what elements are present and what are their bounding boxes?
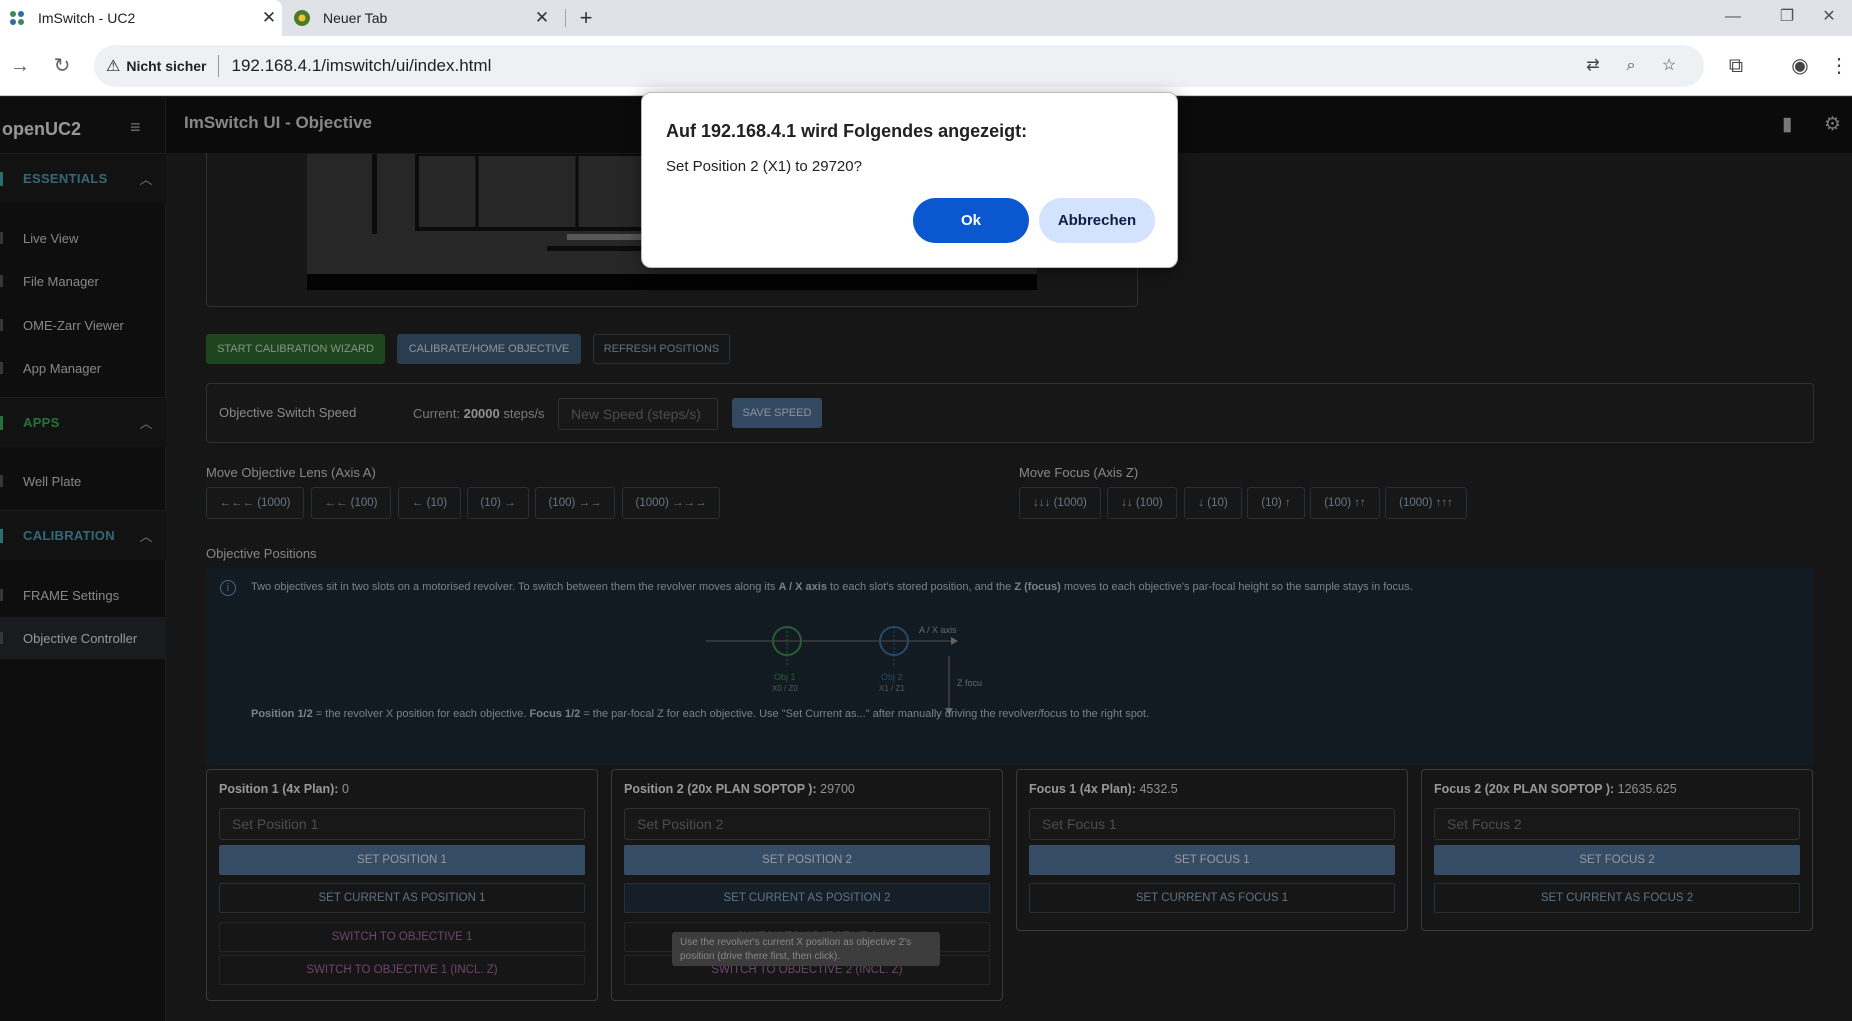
confirm-dialog: Auf 192.168.4.1 wird Folgendes angezeigt…	[641, 92, 1178, 268]
url-text[interactable]: 192.168.4.1/imswitch/ui/index.html	[231, 56, 491, 76]
new-tab-icon[interactable]: +	[572, 4, 600, 32]
profile-icon[interactable]: ◉	[1782, 48, 1818, 84]
tab-imswitch[interactable]: ImSwitch - UC2 ✕	[0, 0, 282, 36]
close-tab-icon[interactable]: ✕	[256, 8, 282, 28]
tab-title: Neuer Tab	[323, 10, 388, 26]
address-bar[interactable]: ⚠ Nicht sicher 192.168.4.1/imswitch/ui/i…	[94, 45, 1704, 87]
forward-icon[interactable]: →	[2, 48, 38, 84]
extensions-icon[interactable]: ⧉	[1718, 48, 1754, 84]
security-status[interactable]: Nicht sicher	[126, 58, 206, 74]
zoom-icon[interactable]: ⌕	[1620, 55, 1642, 77]
chrome-favicon-icon	[293, 9, 311, 27]
browser-toolbar: → ↻ ⚠ Nicht sicher 192.168.4.1/imswitch/…	[0, 36, 1852, 96]
dialog-message: Set Position 2 (X1) to 29720?	[666, 158, 862, 175]
reload-icon[interactable]: ↻	[44, 48, 80, 84]
ok-button[interactable]: Ok	[913, 198, 1029, 243]
warning-icon[interactable]: ⚠	[106, 56, 120, 76]
close-tab-icon[interactable]: ✕	[529, 8, 555, 28]
omnibox-divider	[218, 55, 220, 77]
cancel-button[interactable]: Abbrechen	[1039, 198, 1155, 243]
tab-new[interactable]: Neuer Tab ✕	[285, 0, 555, 36]
menu-icon[interactable]: ⋮	[1826, 48, 1852, 84]
minimize-icon[interactable]: —	[1706, 0, 1760, 34]
bookmark-star-icon[interactable]: ☆	[1658, 55, 1680, 77]
translate-icon[interactable]: ⇄	[1582, 55, 1604, 77]
dialog-title: Auf 192.168.4.1 wird Folgendes angezeigt…	[666, 121, 1028, 141]
tab-title: ImSwitch - UC2	[38, 10, 136, 26]
browser-tab-bar: ImSwitch - UC2 ✕ Neuer Tab ✕ + — ❐ ✕	[0, 0, 1852, 36]
close-window-icon[interactable]: ✕	[1806, 0, 1852, 34]
imswitch-favicon-icon	[8, 9, 26, 27]
tab-separator	[565, 9, 566, 27]
